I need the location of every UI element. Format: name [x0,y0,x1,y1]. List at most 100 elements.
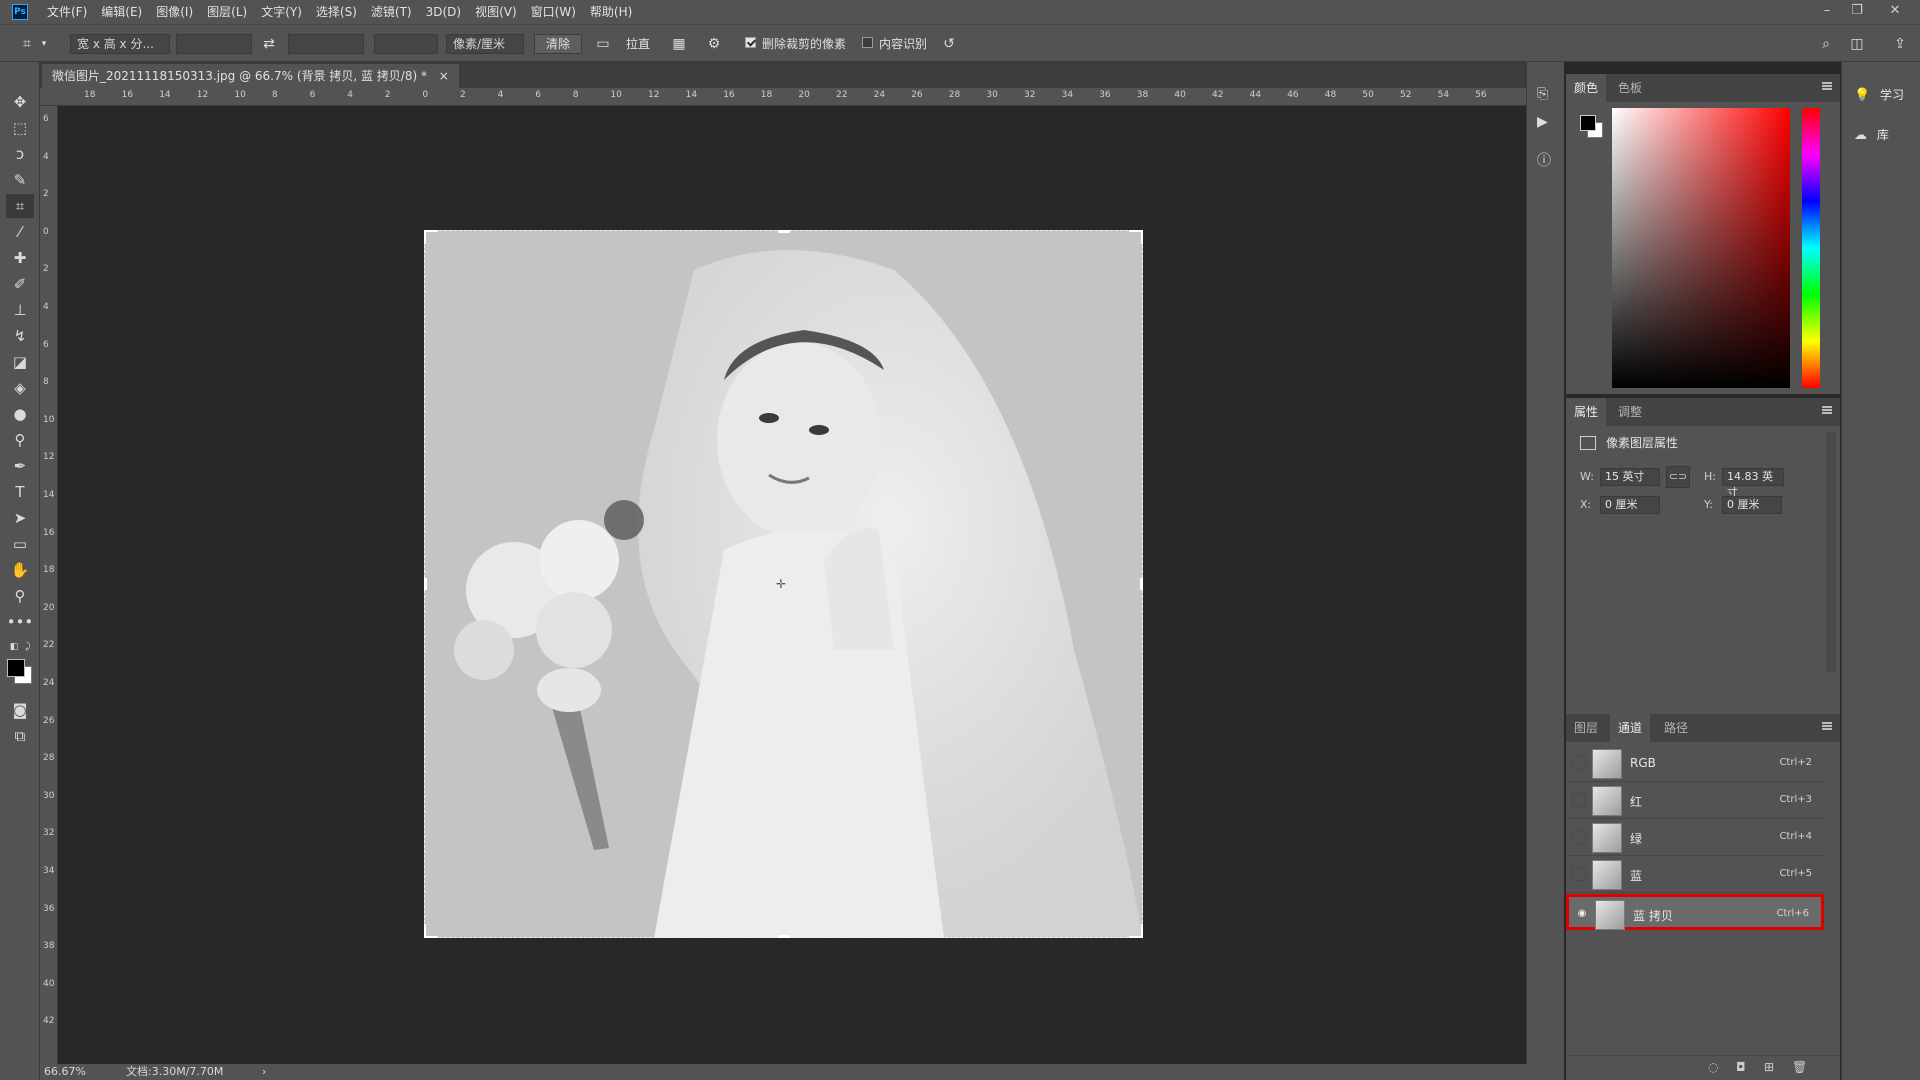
panel-menu-icon[interactable] [1822,82,1832,90]
menu-3d[interactable]: 3D(D) [419,0,468,24]
new-channel-icon[interactable]: ⊞ [1764,1060,1774,1074]
clone-stamp-icon[interactable]: ⊥ [6,298,34,322]
h-input[interactable]: 14.83 英寸 [1722,468,1784,499]
content-aware-checkbox[interactable] [862,37,873,48]
tab-layers[interactable]: 图层 [1566,714,1606,742]
canvas-area[interactable]: ✛ [58,106,1508,1064]
screen-mode-icon[interactable]: ⧉ [6,724,34,748]
channel-row-blue-copy[interactable]: ◉ 蓝 拷贝 Ctrl+6 [1566,894,1824,930]
visibility-toggle[interactable] [1572,830,1586,844]
menu-select[interactable]: 选择(S) [309,0,364,24]
play-action-icon[interactable]: ▶ [1537,114,1548,130]
panel-menu-icon[interactable] [1822,406,1832,414]
document-image[interactable]: ✛ [424,230,1143,938]
dodge-tool-icon[interactable]: ⚲ [6,428,34,452]
foreground-color-swatch[interactable] [7,659,25,677]
load-selection-icon[interactable]: ◌ [1708,1060,1718,1074]
restore-icon[interactable]: ❐ [1842,0,1872,24]
clear-button[interactable]: 清除 [534,34,582,54]
gear-icon[interactable]: ⚙ [703,33,725,55]
resolution-input[interactable] [374,34,438,54]
menu-edit[interactable]: 编辑(E) [94,0,149,24]
visibility-toggle[interactable] [1572,756,1586,770]
type-tool-icon[interactable]: T [6,480,34,504]
workspace-icon[interactable]: ◫ [1846,33,1868,55]
straighten-icon[interactable]: ▭ [592,33,614,55]
fg-color-chip[interactable] [1580,115,1596,131]
width-input[interactable] [176,34,252,54]
channel-row-green[interactable]: 绿 Ctrl+4 [1566,820,1824,856]
learn-button[interactable]: 💡 学习 [1854,86,1914,108]
swap-icon[interactable]: ⇄ [258,33,280,55]
healing-brush-icon[interactable]: ✚ [6,246,34,270]
tab-swatches[interactable]: 色板 [1610,74,1650,102]
y-input[interactable]: 0 厘米 [1722,496,1782,514]
document-tab[interactable]: 微信图片_20211118150313.jpg @ 66.7% (背景 拷贝, … [42,64,459,88]
x-input[interactable]: 0 厘米 [1600,496,1660,514]
crop-handle-br[interactable] [1129,924,1143,938]
rectangle-tool-icon[interactable]: ▭ [6,532,34,556]
w-input[interactable]: 15 英寸 [1600,468,1660,486]
color-field[interactable] [1612,108,1790,388]
zoom-level[interactable]: 66.67% [44,1064,86,1080]
channel-row-rgb[interactable]: RGB Ctrl+2 [1566,746,1824,782]
lasso-tool-icon[interactable]: ↄ [6,142,34,166]
crop-handle-top[interactable] [778,230,790,233]
channel-row-red[interactable]: 红 Ctrl+3 [1566,783,1824,819]
zoom-tool-icon[interactable]: ⚲ [6,584,34,608]
minimize-icon[interactable]: – [1812,0,1842,24]
tab-paths[interactable]: 路径 [1656,714,1696,742]
marquee-tool-icon[interactable]: ⬚ [6,116,34,140]
crop-handle-bl[interactable] [424,924,438,938]
channel-row-blue[interactable]: 蓝 Ctrl+5 [1566,857,1824,893]
grid-overlay-icon[interactable]: ▦ [668,33,690,55]
library-button[interactable]: ☁ 库 [1854,126,1914,148]
history-brush-icon[interactable]: ↯ [6,324,34,348]
history-icon[interactable]: ⎘ [1537,86,1548,102]
trash-icon[interactable]: 🗑 [1792,1060,1807,1074]
menu-file[interactable]: 文件(F) [40,0,94,24]
hue-slider[interactable] [1802,108,1820,388]
swap-colors-icon[interactable]: ⤸ [20,640,36,654]
menu-layer[interactable]: 图层(L) [200,0,254,24]
move-tool-icon[interactable]: ✥ [6,90,34,114]
crop-handle-right[interactable] [1140,578,1143,590]
pen-tool-icon[interactable]: ✒ [6,454,34,478]
search-icon[interactable]: ⌕ [1815,33,1837,55]
close-tab-icon[interactable]: × [439,69,449,83]
info-icon[interactable]: ⓘ [1537,150,1551,170]
height-input[interactable] [288,34,364,54]
eraser-tool-icon[interactable]: ◪ [6,350,34,374]
path-select-icon[interactable]: ➤ [6,506,34,530]
quick-mask-icon[interactable]: ◙ [6,698,34,722]
straighten-label[interactable]: 拉直 [626,35,650,52]
crop-handle-bottom[interactable] [778,935,790,938]
menu-filter[interactable]: 滤镜(T) [364,0,419,24]
eye-icon[interactable]: ◉ [1575,907,1589,921]
visibility-toggle[interactable] [1572,793,1586,807]
quick-select-tool-icon[interactable]: ✎ [6,168,34,192]
menu-image[interactable]: 图像(I) [149,0,200,24]
eyedropper-tool-icon[interactable]: ⁄ [6,220,34,244]
unit-select[interactable]: 像素/厘米 [446,34,524,54]
visibility-toggle[interactable] [1572,867,1586,881]
tab-channels[interactable]: 通道 [1610,714,1651,742]
crop-tool-preset-icon[interactable]: ⌗ [16,33,38,55]
ruler-horizontal[interactable]: 18 16 14 12 10 8 6 4 2 0 2 4 6 8 10 12 14 16 18 20 22 24 26 28 3… [40,88,1540,106]
menu-help[interactable]: 帮助(H) [583,0,639,24]
chevron-down-icon[interactable]: ▾ [38,33,50,55]
menu-view[interactable]: 视图(V) [468,0,524,24]
status-menu-arrow-icon[interactable]: › [262,1064,266,1080]
crop-handle-tl[interactable] [424,230,438,244]
crop-handle-tr[interactable] [1129,230,1143,244]
tab-color[interactable]: 颜色 [1566,74,1607,102]
brush-tool-icon[interactable]: ✐ [6,272,34,296]
menu-window[interactable]: 窗口(W) [524,0,583,24]
ratio-select[interactable]: 宽 x 高 x 分... [70,34,170,54]
crop-handle-left[interactable] [424,578,427,590]
ruler-vertical[interactable]: 6 4 2 0 2 4 6 8 10 12 14 16 18 20 22 24 26 28 30 32 34 36 38 40… [40,106,58,1064]
save-selection-icon[interactable]: ◘ [1736,1060,1746,1074]
blur-tool-icon[interactable]: ● [6,402,34,426]
menu-type[interactable]: 文字(Y) [254,0,309,24]
hand-tool-icon[interactable]: ✋ [6,558,34,582]
